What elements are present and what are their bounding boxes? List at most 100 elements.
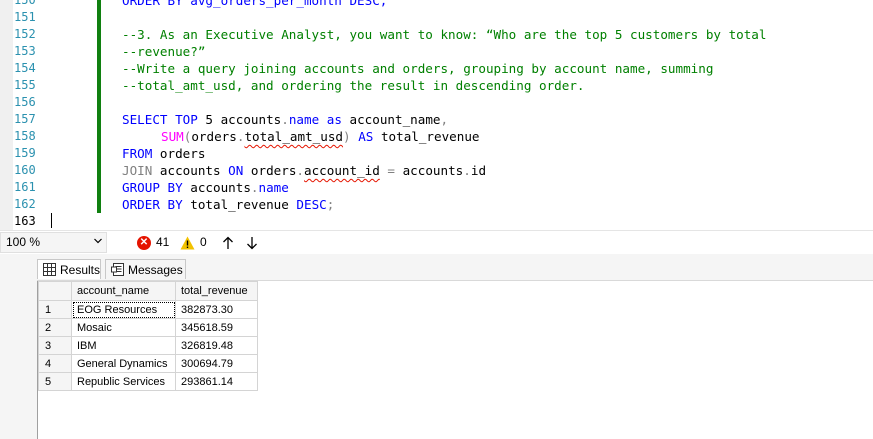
identifier: 5 accounts xyxy=(197,112,282,127)
change-tracking-bar xyxy=(97,0,101,213)
table-row: 4 General Dynamics 300694.79 xyxy=(38,354,258,373)
grid-corner[interactable] xyxy=(38,281,72,301)
table-cell[interactable]: Mosaic xyxy=(71,318,176,337)
warning-triangle-icon[interactable] xyxy=(180,236,195,250)
code-line-161: GROUP BY accounts.name xyxy=(122,179,289,196)
line-number: 150 xyxy=(14,0,36,7)
line-number: 162 xyxy=(14,197,36,211)
row-number[interactable]: 2 xyxy=(38,318,72,337)
identifier: accounts xyxy=(182,180,251,195)
results-table: account_name total_revenue 1 EOG Resourc… xyxy=(38,281,258,391)
identifier: orders xyxy=(191,129,237,144)
error-count[interactable]: 41 xyxy=(156,235,169,249)
sql-editor[interactable]: 150 151 152 153 154 155 156 157 158 159 … xyxy=(0,0,873,230)
column-header[interactable]: account_name xyxy=(71,281,176,301)
keyword: ON xyxy=(228,163,244,178)
identifier: total_revenue xyxy=(182,197,297,212)
operator: . xyxy=(250,180,259,195)
table-cell[interactable]: 300694.79 xyxy=(175,354,258,373)
function: SUM xyxy=(161,129,184,144)
row-number[interactable]: 4 xyxy=(38,354,72,373)
identifier: orders xyxy=(152,146,206,161)
keyword: JOIN xyxy=(122,163,153,178)
arrow-down-icon[interactable] xyxy=(246,236,258,250)
editor-status-bar: 100 % ✕ 41 0 xyxy=(0,230,873,255)
tab-messages-label: Messages xyxy=(128,263,183,277)
identifier: id xyxy=(470,163,487,178)
selection-margin xyxy=(0,0,13,230)
line-number: 155 xyxy=(14,78,36,92)
operator: , xyxy=(440,112,449,127)
code-line-158: SUM(orders.total_amt_usd) AS total_reven… xyxy=(161,128,480,145)
keyword: AS xyxy=(350,129,374,144)
keyword: ORDER BY xyxy=(122,197,183,212)
keyword: name xyxy=(258,180,289,195)
table-row: 3 IBM 326819.48 xyxy=(38,336,258,355)
identifier: total_revenue xyxy=(373,129,480,144)
identifier-error: account_id xyxy=(304,163,380,178)
results-grid[interactable]: account_name total_revenue 1 EOG Resourc… xyxy=(37,281,873,439)
arrow-up-icon[interactable] xyxy=(222,236,234,250)
code-line-153: --revenue?” xyxy=(122,44,206,59)
messages-icon xyxy=(111,263,124,276)
identifier-error: total_amt_usd xyxy=(244,129,344,144)
operator: ; xyxy=(326,197,335,212)
tab-results[interactable]: Results xyxy=(37,259,101,279)
code-line-150: ORDER BY avg_orders_per_month DESC; xyxy=(122,0,388,8)
code-line-162: ORDER BY total_revenue DESC; xyxy=(122,196,334,213)
row-number[interactable]: 1 xyxy=(38,300,72,319)
operator: . xyxy=(463,163,471,178)
table-row: 5 Republic Services 293861.14 xyxy=(38,372,258,391)
results-tab-strip: Results Messages xyxy=(0,254,873,281)
identifier: accounts xyxy=(152,163,229,178)
code-line-159: FROM orders xyxy=(122,145,205,162)
tab-messages[interactable]: Messages xyxy=(105,259,186,279)
line-number: 158 xyxy=(14,129,36,143)
column-header[interactable]: total_revenue xyxy=(175,281,258,301)
results-left-margin xyxy=(0,254,37,439)
keyword: SELECT xyxy=(122,112,168,127)
text-caret xyxy=(51,213,52,228)
keyword: name xyxy=(288,112,320,127)
table-row: 2 Mosaic 345618.59 xyxy=(38,318,258,337)
code-line-160: JOIN accounts ON orders.account_id = acc… xyxy=(122,162,486,179)
line-number: 157 xyxy=(14,112,36,126)
identifier: account_name xyxy=(341,112,441,127)
keyword: FROM xyxy=(122,146,153,161)
table-cell[interactable]: 345618.59 xyxy=(175,318,258,337)
warning-count[interactable]: 0 xyxy=(200,235,207,249)
zoom-dropdown[interactable]: 100 % xyxy=(0,232,107,253)
row-number[interactable]: 3 xyxy=(38,336,72,355)
operator: . xyxy=(281,112,289,127)
keyword: TOP xyxy=(175,112,198,127)
operator: ) xyxy=(343,129,351,144)
table-cell[interactable]: IBM xyxy=(71,336,176,355)
line-number: 153 xyxy=(14,44,36,58)
table-cell[interactable]: 326819.48 xyxy=(175,336,258,355)
table-header-row: account_name total_revenue xyxy=(38,281,258,301)
row-number[interactable]: 5 xyxy=(38,372,72,391)
table-cell[interactable]: General Dynamics xyxy=(71,354,176,373)
code-line-152: --3. As an Executive Analyst, you want t… xyxy=(122,27,767,42)
code-line-154: --Write a query joining accounts and ord… xyxy=(122,61,714,76)
line-number: 152 xyxy=(14,27,36,41)
operator: . xyxy=(296,163,305,178)
keyword: GROUP BY xyxy=(122,180,183,195)
code-line-155: --total_amt_usd, and ordering the result… xyxy=(122,78,585,93)
table-row: 1 EOG Resources 382873.30 xyxy=(38,300,258,319)
line-number: 156 xyxy=(14,95,36,109)
code-line-157: SELECT TOP 5 accounts.name as account_na… xyxy=(122,111,448,128)
identifier: accounts xyxy=(402,163,464,178)
line-number: 159 xyxy=(14,146,36,160)
line-number: 151 xyxy=(14,10,36,24)
table-cell[interactable]: 293861.14 xyxy=(175,372,258,391)
line-number-current: 163 xyxy=(14,214,36,228)
line-number: 160 xyxy=(14,163,36,177)
grid-icon xyxy=(43,263,56,276)
error-circle-icon[interactable]: ✕ xyxy=(137,236,151,250)
zoom-value: 100 % xyxy=(6,235,41,249)
table-cell[interactable]: Republic Services xyxy=(71,372,176,391)
table-cell[interactable]: 382873.30 xyxy=(175,300,258,319)
table-cell[interactable]: EOG Resources xyxy=(71,300,176,319)
operator: = xyxy=(379,163,403,178)
